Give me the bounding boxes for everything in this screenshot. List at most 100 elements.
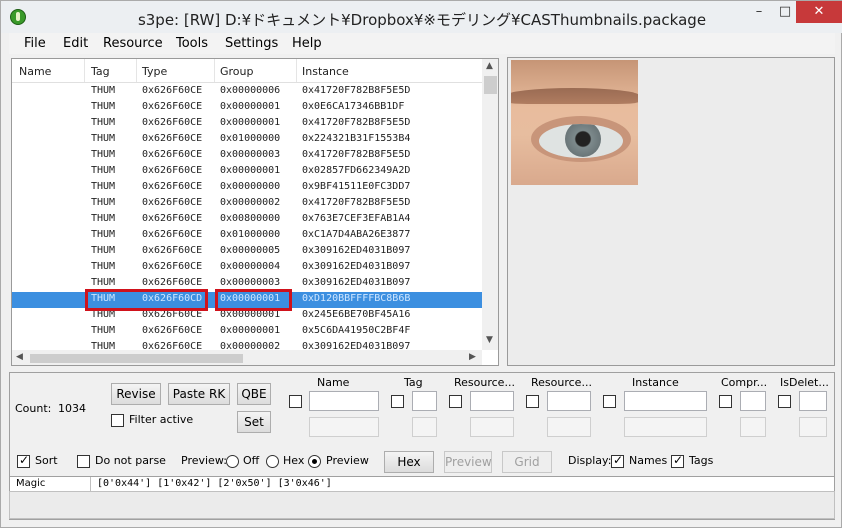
cell-group: 0x00000000 (220, 181, 281, 192)
vertical-scrollbar[interactable]: ▲ ▼ (482, 59, 498, 350)
table-row[interactable]: THUM 0x626F60CE 0x00000001 0x5C6DA41950C2BF… (12, 324, 482, 340)
cell-group: 0x00000006 (220, 85, 281, 96)
cell-type: 0x626F60CE (142, 85, 203, 96)
window-title: s3pe: [RW] D:¥ドキュメント¥Dropbox¥※モデリング¥CAST… (137, 11, 707, 29)
filter-col-resource-type: Resource... (454, 376, 515, 389)
col-header-group[interactable]: Group (220, 65, 254, 78)
paste-rk-button[interactable]: Paste RK (168, 383, 230, 405)
filter-compressed-input[interactable] (740, 391, 766, 411)
scroll-left-icon[interactable]: ◀ (16, 352, 23, 362)
tags-checkbox[interactable] (671, 453, 684, 468)
col-header-tag[interactable]: Tag (91, 65, 110, 78)
minimize-button[interactable]: – (746, 1, 772, 23)
filter-col-resource-group: Resource... (531, 376, 592, 389)
close-button[interactable]: ✕ (796, 1, 842, 23)
column-divider[interactable] (136, 59, 137, 82)
do-not-parse-checkbox[interactable] (77, 455, 90, 468)
cell-group: 0x00800000 (220, 213, 281, 224)
cell-instance: 0x41720F782B8F5E5D (302, 117, 411, 128)
table-row[interactable]: THUM 0x626F60CE 0x00000001 0x0E6CA17346BB1D… (12, 100, 482, 116)
filter-isdeleted-value-field (799, 417, 827, 437)
names-checkbox[interactable] (611, 453, 624, 468)
status-bar (9, 491, 835, 519)
qbe-button[interactable]: QBE (237, 383, 271, 405)
filter-instance-checkbox[interactable] (603, 395, 616, 408)
filter-col-name: Name (317, 376, 350, 389)
filter-tag-input[interactable] (412, 391, 437, 411)
hex-button[interactable]: Hex (384, 451, 434, 473)
table-row[interactable]: THUM 0x626F60CE 0x01000000 0x224321B31F1553… (12, 132, 482, 148)
table-row[interactable]: THUM 0x626F60CE 0x00800000 0x763E7CEF3EFAB1… (12, 212, 482, 228)
set-button[interactable]: Set (237, 411, 271, 433)
thumbnail-image (511, 60, 638, 185)
filter-name-input[interactable] (309, 391, 379, 411)
col-header-name[interactable]: Name (19, 65, 51, 78)
col-header-type[interactable]: Type (142, 65, 167, 78)
table-row[interactable]: THUM 0x626F60CE 0x01000000 0xC1A7D4ABA26E38… (12, 228, 482, 244)
filter-isdeleted-checkbox[interactable] (778, 395, 791, 408)
cell-group: 0x00000001 (220, 101, 281, 112)
filter-resource-type-checkbox[interactable] (449, 395, 462, 408)
grid-button[interactable]: Grid (502, 451, 552, 473)
table-row[interactable]: THUM 0x626F60CE 0x00000002 0x41720F782B8F5E… (12, 196, 482, 212)
menu-tools[interactable]: Tools (176, 36, 208, 51)
table-row[interactable]: THUM 0x626F60CE 0x00000005 0x309162ED4031B0… (12, 244, 482, 260)
menu-settings[interactable]: Settings (225, 36, 278, 51)
scroll-up-icon[interactable]: ▲ (486, 61, 493, 71)
filter-resource-group-checkbox[interactable] (526, 395, 539, 408)
resource-list[interactable]: Name Tag Type Group Instance THUM 0x626F6… (11, 58, 499, 366)
col-header-instance[interactable]: Instance (302, 65, 349, 78)
cell-tag: THUM (91, 213, 116, 224)
maximize-button[interactable]: □ (772, 1, 798, 23)
table-row[interactable]: THUM 0x626F60CE 0x00000001 0x02857FD662349A… (12, 164, 482, 180)
cell-instance: 0x309162ED4031B097 (302, 245, 411, 256)
table-row[interactable]: THUM 0x626F60CE 0x00000001 0x41720F782B8F5E… (12, 116, 482, 132)
table-row[interactable]: THUM 0x626F60CE 0x00000006 0x41720F782B8F5E… (12, 84, 482, 100)
highlight-box-group (215, 289, 292, 311)
filter-instance-input[interactable] (624, 391, 707, 411)
menu-edit[interactable]: Edit (63, 36, 88, 51)
filter-resource-type-input[interactable] (470, 391, 514, 411)
column-divider[interactable] (84, 59, 85, 82)
cell-instance: 0x9BF41511E0FC3DD7 (302, 181, 411, 192)
filter-active-checkbox[interactable] (111, 414, 124, 427)
column-divider[interactable] (296, 59, 297, 82)
menu-bar: File Edit Resource Tools Settings Help (9, 33, 835, 54)
scroll-down-icon[interactable]: ▼ (486, 335, 493, 345)
tags-label: Tags (689, 454, 714, 467)
cell-tag: THUM (91, 229, 116, 240)
count-label: Count: (15, 402, 52, 415)
cell-type: 0x626F60CE (142, 277, 203, 288)
filter-col-instance: Instance (632, 376, 679, 389)
filter-resource-group-value-field (547, 417, 591, 437)
filter-resource-group-input[interactable] (547, 391, 591, 411)
preview-off-radio[interactable] (226, 455, 239, 468)
do-not-parse-label: Do not parse (95, 454, 166, 467)
filter-compressed-checkbox[interactable] (719, 395, 732, 408)
preview-mode-label: Preview: (181, 454, 227, 467)
preview-hex-radio[interactable] (266, 455, 279, 468)
preview-button[interactable]: Preview (444, 451, 492, 473)
table-row[interactable]: THUM 0x626F60CE 0x00000000 0x9BF41511E0FC3D… (12, 180, 482, 196)
highlight-box-type (85, 289, 208, 311)
scroll-right-icon[interactable]: ▶ (469, 352, 476, 362)
menu-help[interactable]: Help (292, 36, 322, 51)
table-row[interactable]: THUM 0x626F60CE 0x00000004 0x309162ED4031B0… (12, 260, 482, 276)
preview-preview-radio[interactable] (308, 455, 321, 468)
revise-button[interactable]: Revise (111, 383, 161, 405)
menu-file[interactable]: File (24, 36, 46, 51)
menu-resource[interactable]: Resource (103, 36, 163, 51)
table-row[interactable]: THUM 0x626F60CE 0x00000003 0x41720F782B8F5E… (12, 148, 482, 164)
sort-label: Sort (35, 454, 58, 467)
cell-tag: THUM (91, 85, 116, 96)
filter-col-compressed: Compr... (721, 376, 768, 389)
cell-instance: 0xD120BBFFFFBC8B6B (302, 293, 411, 304)
column-divider[interactable] (214, 59, 215, 82)
vertical-scroll-thumb[interactable] (484, 76, 497, 94)
filter-name-checkbox[interactable] (289, 395, 302, 408)
sort-checkbox[interactable] (17, 453, 30, 468)
horizontal-scrollbar[interactable]: ◀ ▶ (12, 350, 482, 365)
filter-tag-checkbox[interactable] (391, 395, 404, 408)
filter-isdeleted-input[interactable] (799, 391, 827, 411)
horizontal-scroll-thumb[interactable] (30, 354, 243, 363)
